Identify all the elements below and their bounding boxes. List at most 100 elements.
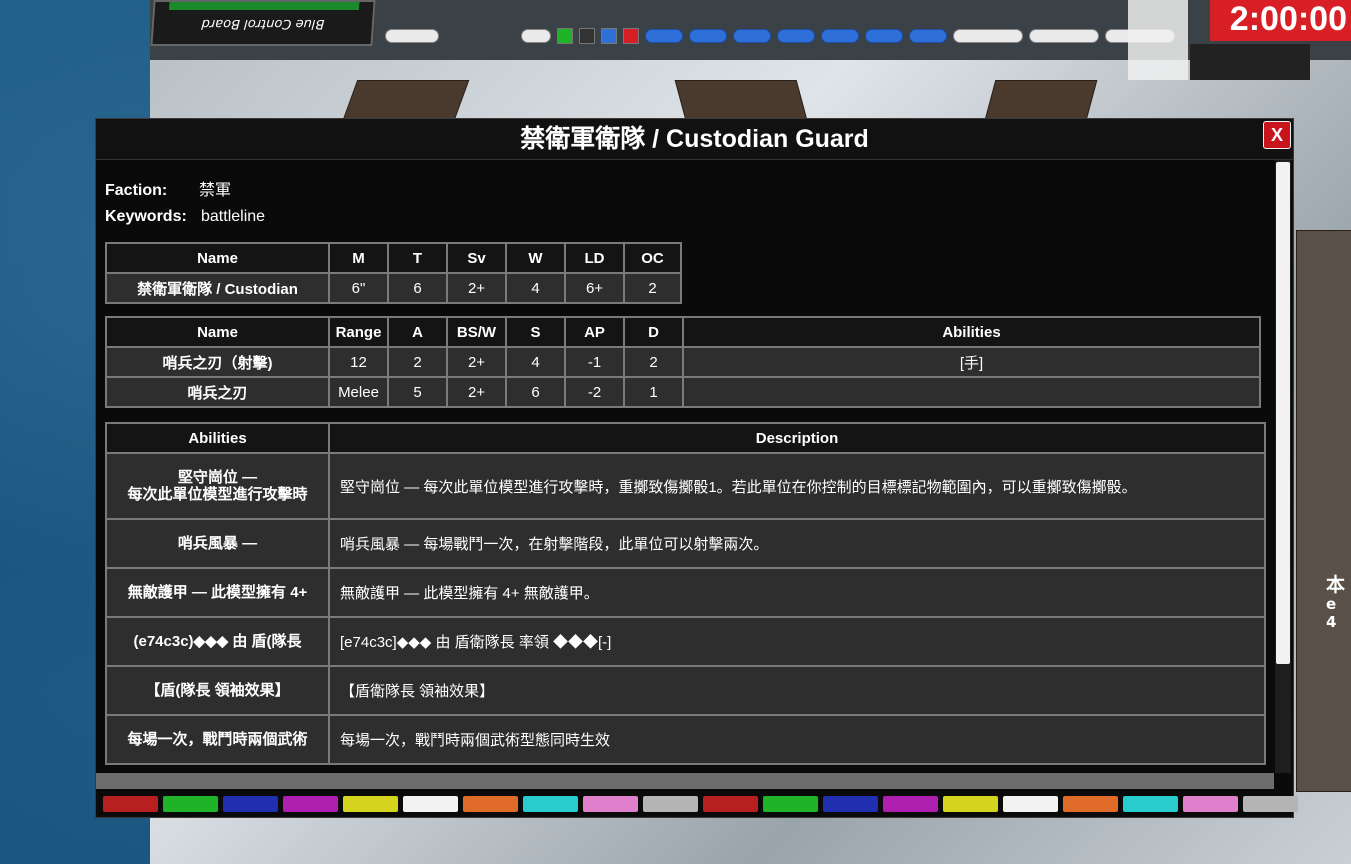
horizontal-scrollbar[interactable]: [96, 773, 1274, 789]
color-red-button[interactable]: [623, 28, 639, 44]
toolbar-button[interactable]: [521, 29, 551, 43]
table-row: 每場一次，戰鬥時兩個武術 每場一次，戰鬥時兩個武術型態同時生效: [105, 714, 1266, 765]
color-swatch[interactable]: [883, 796, 938, 812]
table-cell: 2+: [446, 272, 507, 304]
toolbar-blue-button[interactable]: [777, 29, 815, 43]
faction-line: Faction: 禁軍: [105, 176, 231, 200]
ability-name: 哨兵風暴 —: [105, 518, 330, 569]
ability-description: 哨兵風暴 — 每場戰鬥一次，在射擊階段，此單位可以射擊兩次。: [328, 518, 1266, 569]
column-header: Name: [105, 316, 330, 348]
color-swatch[interactable]: [223, 796, 278, 812]
toolbar-button[interactable]: [1029, 29, 1099, 43]
column-header: Range: [328, 316, 389, 348]
keywords-line: Keywords: battleline: [105, 208, 265, 226]
toolbar-blue-button[interactable]: [689, 29, 727, 43]
ruin-terrain: [984, 80, 1098, 120]
color-swatch[interactable]: [103, 796, 158, 812]
table-cell: 2: [623, 272, 682, 304]
table-header-row: Name M T Sv W LD OC: [105, 242, 682, 274]
table-cell: 12: [328, 346, 389, 378]
ability-description: 堅守崗位 — 每次此單位模型進行攻擊時，重擲致傷擲骰1。若此單位在你控制的目標標…: [328, 452, 1266, 520]
table-cell: 2+: [446, 346, 507, 378]
ability-name: (e74c3c)◆◆◆ 由 盾(隊長: [105, 616, 330, 667]
table-cell: 5: [387, 376, 448, 408]
close-button[interactable]: X: [1263, 121, 1291, 149]
ability-description: [e74c3c]◆◆◆ 由 盾衛隊長 率領 ◆◆◆[-]: [328, 616, 1266, 667]
color-swatch[interactable]: [163, 796, 218, 812]
profile-table: Name M T Sv W LD OC 禁衛軍衛隊 / Custodian 6"…: [105, 242, 682, 304]
toolbar-blue-button[interactable]: [865, 29, 903, 43]
control-board-label: Blue Control Board: [201, 16, 325, 31]
unit-datasheet-modal: 禁衛軍衛隊 / Custodian Guard X Faction: 禁軍 Key…: [95, 118, 1298, 818]
blue-control-board[interactable]: Blue Control Board: [150, 0, 376, 46]
table-cell: [手]: [682, 346, 1261, 378]
color-swatch[interactable]: [823, 796, 878, 812]
keywords-label: Keywords:: [105, 208, 187, 225]
table-row: 哨兵風暴 — 哨兵風暴 — 每場戰鬥一次，在射擊階段，此單位可以射擊兩次。: [105, 518, 1266, 569]
table-row: 哨兵之刃 Melee 5 2+ 6 -2 1: [105, 376, 1261, 408]
column-header: Abilities: [105, 422, 330, 454]
toolbar-button[interactable]: [385, 29, 439, 43]
color-swatch[interactable]: [943, 796, 998, 812]
column-header: Name: [105, 242, 330, 274]
score-sheet: [1128, 0, 1188, 80]
color-swatch[interactable]: [1243, 796, 1298, 812]
keywords-value: battleline: [201, 208, 266, 225]
table-cell: 6: [387, 272, 448, 304]
color-swatch[interactable]: [1063, 796, 1118, 812]
color-swatch[interactable]: [583, 796, 638, 812]
scrollbar-thumb[interactable]: [1276, 162, 1290, 664]
table-row: 哨兵之刃（射擊) 12 2 2+ 4 -1 2 [手]: [105, 346, 1261, 378]
table-row: 無敵護甲 — 此模型擁有 4+ 無敵護甲 — 此模型擁有 4+ 無敵護甲。: [105, 567, 1266, 618]
color-swatch[interactable]: [703, 796, 758, 812]
ability-name: 每場一次，戰鬥時兩個武術: [105, 714, 330, 765]
modal-title: 禁衛軍衛隊 / Custodian Guard: [96, 119, 1293, 160]
column-header: T: [387, 242, 448, 274]
table-cell: 2: [387, 346, 448, 378]
color-swatch[interactable]: [1123, 796, 1178, 812]
column-header: Abilities: [682, 316, 1261, 348]
color-blue-button[interactable]: [601, 28, 617, 44]
column-header: A: [387, 316, 448, 348]
abilities-table: Abilities Description 堅守崗位 — 每次此單位模型進行攻擊…: [105, 422, 1266, 765]
color-swatch[interactable]: [1183, 796, 1238, 812]
color-swatch[interactable]: [1003, 796, 1058, 812]
color-swatch[interactable]: [403, 796, 458, 812]
table-cell: 4: [505, 272, 566, 304]
table-cell: 6": [328, 272, 389, 304]
column-header: Description: [328, 422, 1266, 454]
ability-name: 堅守崗位 — 每次此單位模型進行攻擊時: [105, 452, 330, 520]
toolbar-blue-button[interactable]: [645, 29, 683, 43]
color-green-button[interactable]: [557, 28, 573, 44]
toolbar-blue-button[interactable]: [821, 29, 859, 43]
table-cell: 2: [623, 346, 684, 378]
table-row: 禁衛軍衛隊 / Custodian 6" 6 2+ 4 6+ 2: [105, 272, 682, 304]
column-header: LD: [564, 242, 625, 274]
table-row: 堅守崗位 — 每次此單位模型進行攻擊時 堅守崗位 — 每次此單位模型進行攻擊時，…: [105, 452, 1266, 520]
control-board-bar: [168, 2, 360, 10]
color-swatch[interactable]: [763, 796, 818, 812]
table-header-row: Name Range A BS/W S AP D Abilities: [105, 316, 1261, 348]
table-cell: 哨兵之刃: [105, 376, 330, 408]
ability-description: 【盾衛隊長 領袖效果】: [328, 665, 1266, 716]
table-cell: Melee: [328, 376, 389, 408]
table-cell: 禁衛軍衛隊 / Custodian: [105, 272, 330, 304]
game-timer: 2:00:00: [1210, 0, 1351, 41]
toolbar-blue-button[interactable]: [733, 29, 771, 43]
color-swatch[interactable]: [523, 796, 578, 812]
vertical-scrollbar[interactable]: [1275, 160, 1291, 773]
offscreen-text-fragment: e 4: [1326, 595, 1337, 631]
table-cell: [682, 376, 1261, 408]
color-swatch[interactable]: [343, 796, 398, 812]
toolbar-blue-button[interactable]: [909, 29, 947, 43]
toolbar-button[interactable]: [953, 29, 1023, 43]
column-header: D: [623, 316, 684, 348]
color-swatch[interactable]: [643, 796, 698, 812]
ruin-terrain: [1296, 230, 1351, 792]
color-black-button[interactable]: [579, 28, 595, 44]
table-cell: 6: [505, 376, 566, 408]
table-cell: 6+: [564, 272, 625, 304]
color-swatch[interactable]: [463, 796, 518, 812]
ability-name: 【盾(隊長 領袖效果】: [105, 665, 330, 716]
color-swatch[interactable]: [283, 796, 338, 812]
